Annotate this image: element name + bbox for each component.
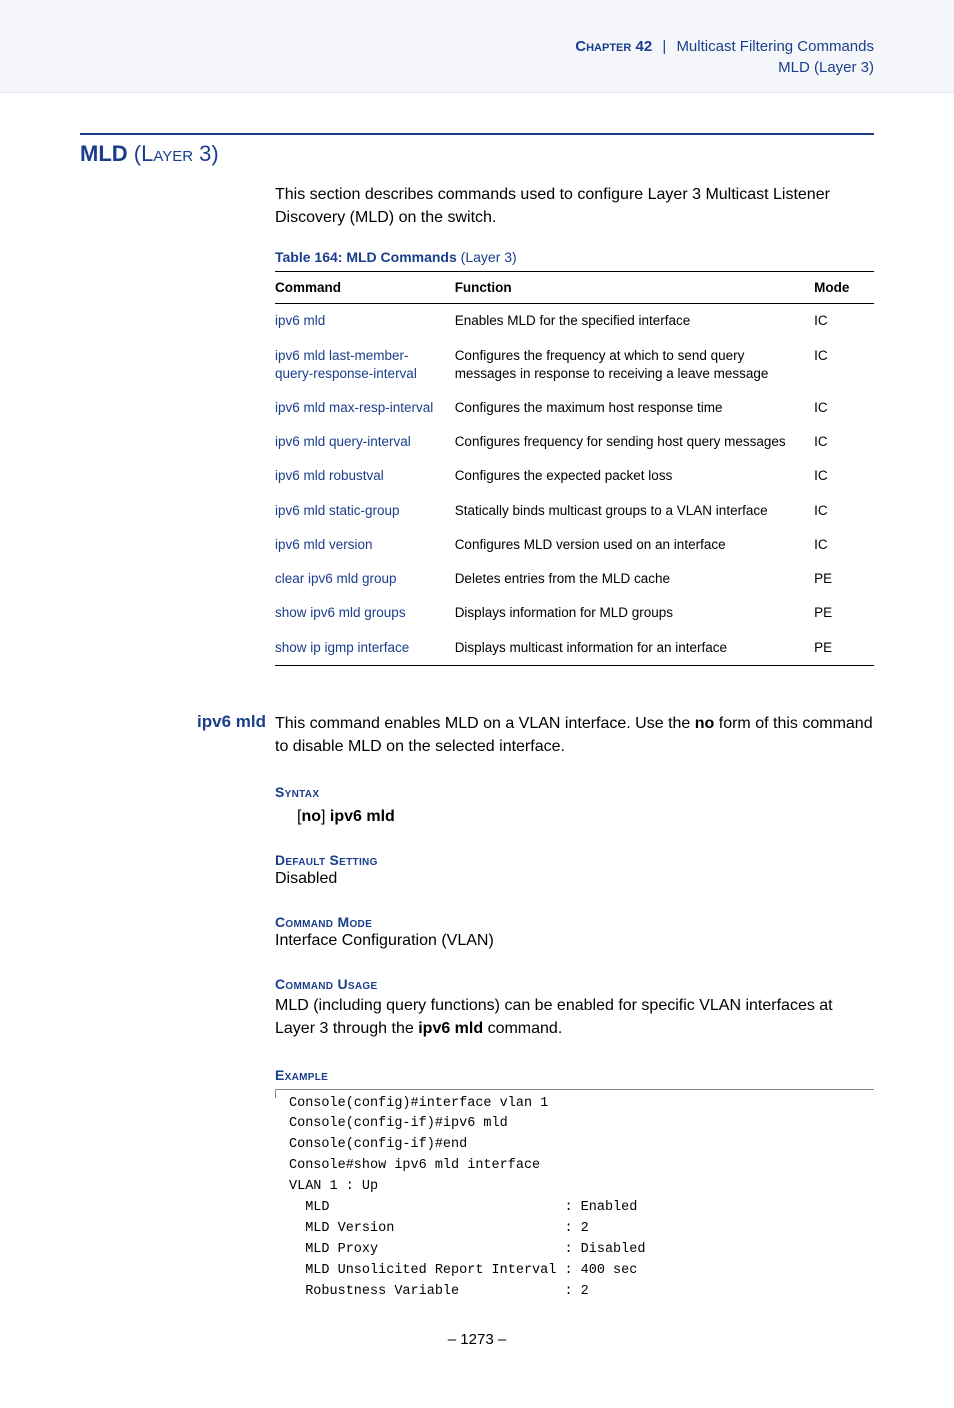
- chapter-title: Multicast Filtering Commands: [676, 38, 874, 55]
- syntax-heading: Syntax: [275, 784, 874, 800]
- table-caption-bold: Table 164: MLD Commands: [275, 249, 457, 265]
- mode-value: Interface Configuration (VLAN): [275, 932, 874, 950]
- cmd-link[interactable]: ipv6 mld robustval: [275, 459, 455, 493]
- table-row: ipv6 mld robustval Configures the expect…: [275, 459, 874, 493]
- cmd-function: Configures MLD version used on an interf…: [455, 528, 814, 562]
- cmd-link[interactable]: ipv6 mld max-resp-interval: [275, 391, 455, 425]
- default-value: Disabled: [275, 870, 874, 888]
- command-description: This command enables MLD on a VLAN inter…: [275, 712, 874, 758]
- cmd-mode: IC: [814, 494, 874, 528]
- page-container: Chapter 42 | Multicast Filtering Command…: [0, 0, 954, 1408]
- cmd-link[interactable]: show ip igmp interface: [275, 631, 455, 666]
- example-rule: [275, 1089, 874, 1090]
- section-title: MLD (Layer 3): [80, 141, 874, 167]
- cmd-link[interactable]: ipv6 mld query-interval: [275, 425, 455, 459]
- header-line-1: Chapter 42 | Multicast Filtering Command…: [80, 36, 874, 57]
- table-caption: Table 164: MLD Commands (Layer 3): [275, 249, 874, 265]
- desc-pre: This command enables MLD on a VLAN inter…: [275, 715, 695, 732]
- table-row: ipv6 mld max-resp-interval Configures th…: [275, 391, 874, 425]
- cmd-mode: IC: [814, 459, 874, 493]
- cmd-mode: PE: [814, 562, 874, 596]
- th-mode: Mode: [814, 272, 874, 304]
- section-rule: [80, 133, 874, 135]
- cmd-function: Enables MLD for the specified interface: [455, 304, 814, 339]
- cmd-mode: IC: [814, 425, 874, 459]
- cmd-function: Statically binds multicast groups to a V…: [455, 494, 814, 528]
- default-heading: Default Setting: [275, 852, 874, 868]
- table-row: clear ipv6 mld group Deletes entries fro…: [275, 562, 874, 596]
- command-detail: ipv6 mld This command enables MLD on a V…: [275, 712, 874, 1303]
- table-row: show ipv6 mld groups Displays informatio…: [275, 596, 874, 630]
- cmd-function: Configures the frequency at which to sen…: [455, 339, 814, 391]
- table-row: ipv6 mld query-interval Configures frequ…: [275, 425, 874, 459]
- table-caption-rest: (Layer 3): [457, 249, 517, 265]
- table-header-row: Command Function Mode: [275, 272, 874, 304]
- example-code: Console(config)#interface vlan 1 Console…: [289, 1094, 874, 1303]
- cmd-link[interactable]: show ipv6 mld groups: [275, 596, 455, 630]
- cmd-function: Configures the maximum host response tim…: [455, 391, 814, 425]
- cmd-function: Configures the expected packet loss: [455, 459, 814, 493]
- cmd-function: Configures frequency for sending host qu…: [455, 425, 814, 459]
- desc-bold: no: [695, 715, 715, 732]
- table-row: ipv6 mld version Configures MLD version …: [275, 528, 874, 562]
- cmd-link[interactable]: ipv6 mld static-group: [275, 494, 455, 528]
- mode-heading: Command Mode: [275, 914, 874, 930]
- section-intro: This section describes commands used to …: [275, 183, 874, 229]
- syntax-line: [no] ipv6 mld: [297, 808, 874, 826]
- header-separator: |: [662, 38, 666, 55]
- table-row: ipv6 mld Enables MLD for the specified i…: [275, 304, 874, 339]
- syntax-no: no: [301, 808, 321, 825]
- section-title-rest: (Layer 3): [128, 141, 219, 166]
- section-title-bold: MLD: [80, 141, 128, 166]
- cmd-mode: IC: [814, 304, 874, 339]
- cmd-mode: PE: [814, 631, 874, 666]
- usage-bold: ipv6 mld: [418, 1020, 483, 1037]
- chapter-label: Chapter 42: [575, 38, 652, 55]
- th-command: Command: [275, 272, 455, 304]
- page-number: – 1273 –: [80, 1331, 874, 1348]
- usage-heading: Command Usage: [275, 976, 874, 992]
- cmd-function: Displays multicast information for an in…: [455, 631, 814, 666]
- running-header: Chapter 42 | Multicast Filtering Command…: [0, 0, 954, 93]
- usage-post: command.: [483, 1020, 562, 1037]
- cmd-mode: IC: [814, 391, 874, 425]
- cmd-function: Deletes entries from the MLD cache: [455, 562, 814, 596]
- th-function: Function: [455, 272, 814, 304]
- command-margin-label: ipv6 mld: [80, 712, 266, 732]
- cmd-link[interactable]: ipv6 mld last-member-query-response-inte…: [275, 339, 455, 391]
- cmd-link[interactable]: ipv6 mld version: [275, 528, 455, 562]
- cmd-link[interactable]: clear ipv6 mld group: [275, 562, 455, 596]
- header-subtitle: MLD (Layer 3): [80, 57, 874, 78]
- usage-text: MLD (including query functions) can be e…: [275, 994, 874, 1040]
- cmd-mode: IC: [814, 528, 874, 562]
- table-row: ipv6 mld static-group Statically binds m…: [275, 494, 874, 528]
- content-area: MLD (Layer 3) This section describes com…: [0, 93, 954, 1408]
- table-row: show ip igmp interface Displays multicas…: [275, 631, 874, 666]
- syntax-cmd: ipv6 mld: [325, 808, 394, 825]
- cmd-function: Displays information for MLD groups: [455, 596, 814, 630]
- section-body: This section describes commands used to …: [275, 183, 874, 1303]
- cmd-mode: IC: [814, 339, 874, 391]
- commands-table: Command Function Mode ipv6 mld Enables M…: [275, 271, 874, 665]
- example-heading: Example: [275, 1067, 874, 1083]
- table-row: ipv6 mld last-member-query-response-inte…: [275, 339, 874, 391]
- cmd-mode: PE: [814, 596, 874, 630]
- cmd-link[interactable]: ipv6 mld: [275, 304, 455, 339]
